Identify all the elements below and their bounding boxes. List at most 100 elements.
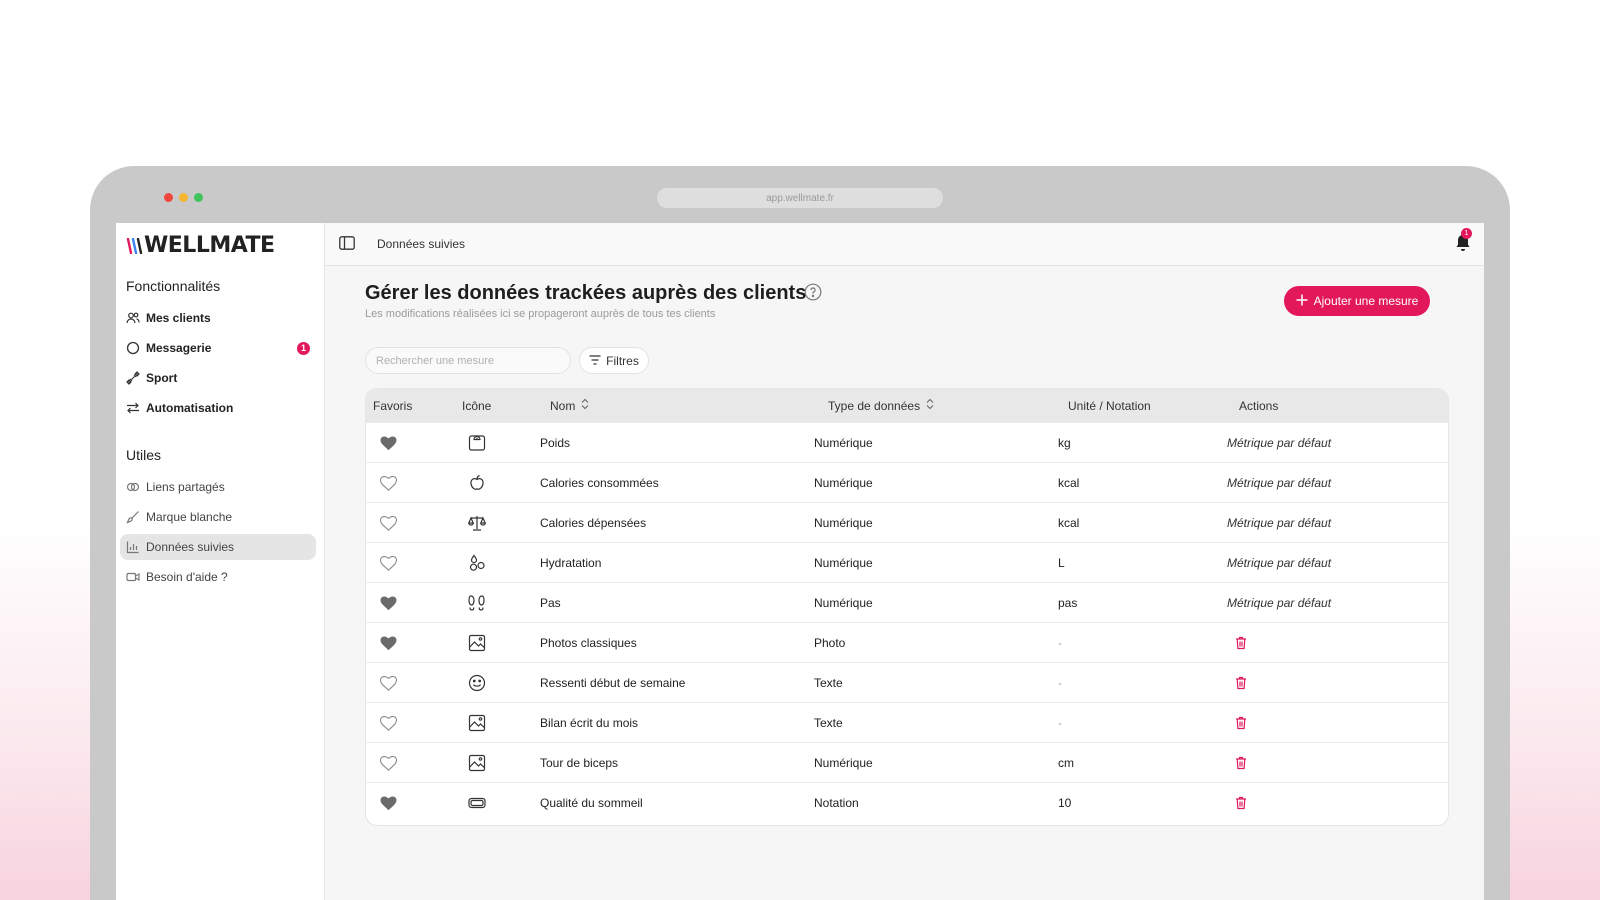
heart-filled-icon[interactable] — [380, 623, 397, 663]
heart-icon[interactable] — [380, 463, 397, 503]
window-controls — [164, 193, 203, 202]
heart-filled-icon[interactable] — [380, 783, 397, 823]
trash-icon[interactable] — [1235, 703, 1247, 743]
table-header: Favoris Icône Nom Type de données Unité … — [366, 389, 1448, 422]
default-metric-label: Métrique par défaut — [1227, 556, 1332, 570]
image-icon — [468, 703, 486, 743]
image-icon — [468, 743, 486, 783]
scale-icon — [468, 423, 486, 463]
trash-icon[interactable] — [1235, 663, 1247, 703]
measure-name: Calories consommées — [540, 476, 659, 490]
sidebar-item-label: Messagerie — [146, 341, 212, 355]
unit-notation: kg — [1058, 436, 1071, 450]
brand-name: WELLMATE — [144, 233, 275, 258]
default-metric-label: Métrique par défaut — [1227, 436, 1332, 450]
trash-icon[interactable] — [1235, 743, 1247, 783]
page-subtitle: Les modifications réalisées ici se propa… — [365, 308, 716, 320]
table-row[interactable]: Pas Numérique pas Métrique par défaut — [366, 582, 1448, 622]
col-nom[interactable]: Nom — [550, 389, 589, 422]
maximize-dot[interactable] — [194, 193, 203, 202]
heart-icon[interactable] — [380, 703, 397, 743]
section-features-title: Fonctionnalités — [126, 278, 221, 294]
col-type[interactable]: Type de données — [828, 389, 934, 422]
sidebar-item-mes-clients[interactable]: Mes clients — [120, 305, 316, 331]
measure-name: Pas — [540, 596, 561, 610]
table-row[interactable]: Calories dépensées Numérique kcal Métrique … — [366, 502, 1448, 542]
smiley-icon — [468, 663, 486, 703]
trash-icon[interactable] — [1235, 623, 1247, 663]
trash-icon[interactable] — [1235, 783, 1247, 823]
table-row[interactable]: Poids Numérique kg Métrique par défaut — [366, 422, 1448, 462]
default-metric-label: Métrique par défaut — [1227, 476, 1332, 490]
sidebar-item-label: Besoin d'aide ? — [146, 570, 228, 584]
app-screen: WELLMATE Fonctionnalités Mes clients Mes… — [116, 223, 1484, 900]
video-icon — [126, 570, 140, 584]
table-row[interactable]: Calories consommées Numérique kcal Métrique… — [366, 462, 1448, 502]
filter-icon — [589, 354, 601, 368]
sidebar-item-sport[interactable]: Sport — [120, 365, 316, 391]
sort-icon[interactable] — [926, 398, 934, 413]
sidebar-item-label: Sport — [146, 371, 178, 385]
table-row[interactable]: Hydratation Numérique L Métrique par défaut — [366, 542, 1448, 582]
table-row[interactable]: Ressenti début de semaine Texte - — [366, 662, 1448, 702]
measure-name: Calories dépensées — [540, 516, 647, 530]
data-type: Texte — [814, 716, 843, 730]
sidebar-item-label: Mes clients — [146, 311, 211, 325]
measure-name: Bilan écrit du mois — [540, 716, 639, 730]
sidebar-item-messagerie[interactable]: Messagerie 1 — [120, 335, 316, 361]
sidebar: WELLMATE Fonctionnalités Mes clients Mes… — [116, 223, 325, 900]
data-type: Notation — [814, 796, 859, 810]
sidebar-item-label: Liens partagés — [146, 480, 225, 494]
sidebar-item-liens-partages[interactable]: Liens partagés — [120, 474, 316, 500]
sidebar-item-besoin-aide[interactable]: Besoin d'aide ? — [120, 564, 316, 590]
sidebar-item-label: Données suivies — [146, 540, 235, 554]
sidebar-item-donnees-suivies[interactable]: Données suivies — [120, 534, 316, 560]
col-favoris: Favoris — [373, 389, 412, 422]
unit-notation: kcal — [1058, 516, 1080, 530]
heart-filled-icon[interactable] — [380, 423, 397, 463]
measure-name: Hydratation — [540, 556, 602, 570]
help-circle-icon[interactable] — [804, 283, 822, 306]
data-type: Numérique — [814, 756, 873, 770]
logo-mark-icon — [126, 237, 143, 254]
drops-icon — [468, 543, 486, 583]
sidebar-item-label: Automatisation — [146, 401, 234, 415]
col-actions-label: Actions — [1239, 398, 1279, 413]
sidebar-item-marque-blanche[interactable]: Marque blanche — [120, 504, 316, 530]
filters-button[interactable]: Filtres — [579, 347, 649, 374]
apple-icon — [468, 463, 486, 503]
data-type: Numérique — [814, 476, 873, 490]
heart-icon[interactable] — [380, 663, 397, 703]
image-icon — [468, 623, 486, 663]
brush-icon — [126, 510, 140, 524]
measure-name: Ressenti début de semaine — [540, 676, 686, 690]
dumbbell-icon — [126, 371, 140, 385]
section-utils-title: Utiles — [126, 447, 162, 463]
balance-icon — [468, 503, 486, 543]
heart-icon[interactable] — [380, 743, 397, 783]
unit-notation: 10 — [1058, 796, 1072, 810]
close-dot[interactable] — [164, 193, 173, 202]
measures-table: Favoris Icône Nom Type de données Unité … — [365, 388, 1449, 826]
col-icone: Icône — [462, 389, 491, 422]
col-unite-label: Unité / Notation — [1068, 398, 1151, 413]
brand-logo[interactable]: WELLMATE — [126, 233, 275, 258]
search-input[interactable] — [365, 347, 571, 374]
table-row[interactable]: Tour de biceps Numérique cm — [366, 742, 1448, 782]
heart-icon[interactable] — [380, 503, 397, 543]
sidebar-item-automatisation[interactable]: Automatisation — [120, 395, 316, 421]
heart-icon[interactable] — [380, 543, 397, 583]
heart-filled-icon[interactable] — [380, 583, 397, 623]
url-bar[interactable]: app.wellmate.fr — [657, 188, 943, 208]
add-measure-button[interactable]: Ajouter une mesure — [1284, 286, 1430, 316]
sidebar-toggle-icon[interactable] — [339, 236, 355, 255]
table-row[interactable]: Qualité du sommeil Notation 10 — [366, 782, 1448, 822]
unit-notation: - — [1058, 716, 1062, 730]
sort-icon[interactable] — [581, 398, 589, 413]
table-row[interactable]: Photos classiques Photo - — [366, 622, 1448, 662]
col-nom-label: Nom — [550, 398, 576, 413]
minimize-dot[interactable] — [179, 193, 188, 202]
table-row[interactable]: Bilan écrit du mois Texte - — [366, 702, 1448, 742]
filters-label: Filtres — [606, 353, 639, 368]
unit-notation: cm — [1058, 756, 1074, 770]
